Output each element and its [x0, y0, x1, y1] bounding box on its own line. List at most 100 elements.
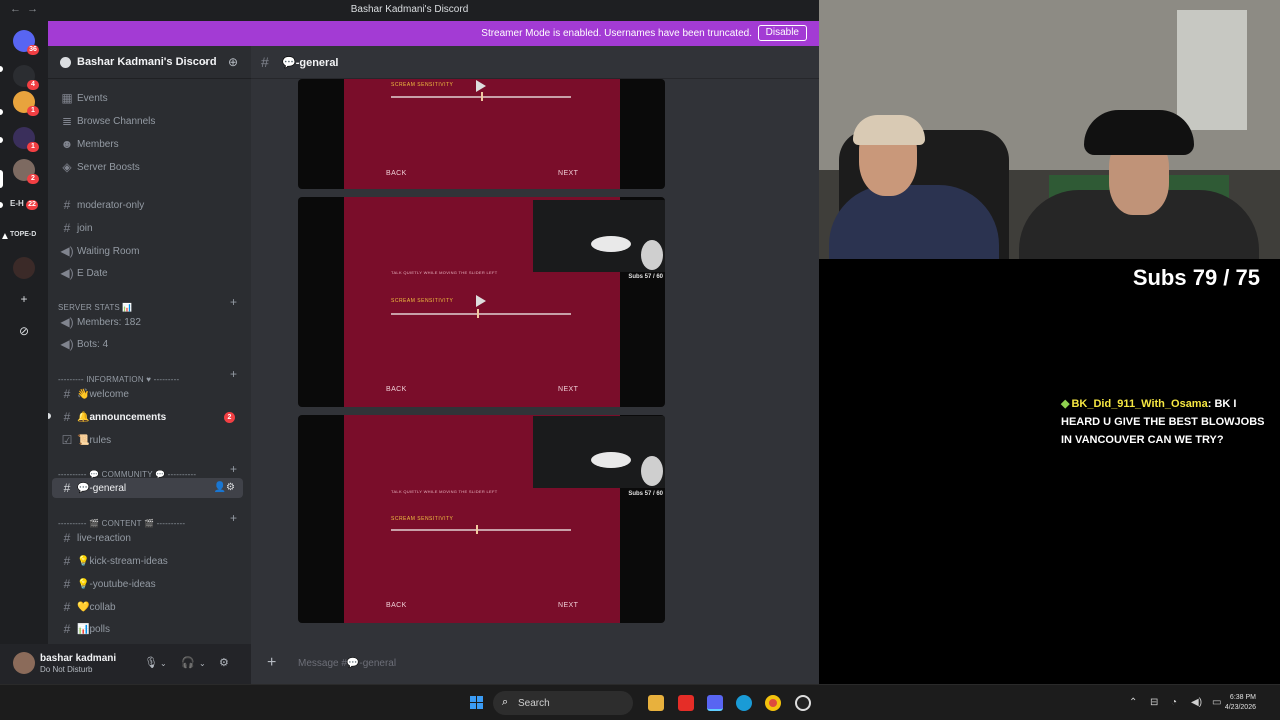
- server-icon[interactable]: 22: [24, 197, 38, 210]
- gear-icon[interactable]: ⚙: [219, 656, 229, 669]
- attachment-video[interactable]: SCREAM SENSITIVITY BACK NEXT: [298, 79, 665, 189]
- username[interactable]: bashar kadmani: [40, 653, 116, 664]
- mention-badge: 4: [27, 80, 39, 90]
- discover-icon[interactable]: ⊘: [16, 323, 32, 339]
- channel-label: Members: 182: [77, 317, 141, 328]
- add-server-icon[interactable]: +: [16, 291, 32, 307]
- play-icon[interactable]: [476, 80, 486, 92]
- add-attachment-icon[interactable]: +: [267, 654, 276, 672]
- channel-label: 👋welcome: [77, 389, 129, 400]
- browse-icon: ≣: [61, 114, 73, 128]
- webcam-inset: [533, 200, 665, 272]
- diamond-icon: ◆: [1061, 398, 1070, 410]
- speaker-icon: ◀): [60, 266, 74, 280]
- chevron-up-icon[interactable]: ⌃: [1129, 697, 1137, 708]
- add-channel-icon[interactable]: +: [230, 462, 237, 476]
- category-server-stats[interactable]: SERVER STATS 📊 +: [58, 295, 243, 312]
- boost-icon: ◈: [62, 160, 72, 174]
- add-channel-icon[interactable]: +: [230, 367, 237, 381]
- sensitivity-label: SCREAM SENSITIVITY: [391, 82, 454, 88]
- server-icon[interactable]: 1: [13, 127, 39, 152]
- mention-badge: 1: [27, 142, 39, 152]
- server-header[interactable]: Bashar Kadmani's Discord ⌄ ⊕: [48, 46, 251, 79]
- server-icon[interactable]: [13, 257, 35, 279]
- channel-moderator-only[interactable]: # moderator-only: [52, 195, 243, 215]
- taskbar: ⌕ Search ⌃ ⊟ ◔ ◀) ▭ 6:38 PM 4/23/2026: [0, 684, 1280, 720]
- clock-time: 6:38 PM: [1229, 694, 1256, 701]
- subs-counter: Subs 57 / 60: [628, 491, 663, 497]
- channel-members-count[interactable]: ◀) Members: 182: [52, 312, 243, 332]
- channel-bots-count[interactable]: ◀) Bots: 4: [52, 334, 243, 354]
- channel-youtube-ideas[interactable]: # 💡-youtube-ideas: [52, 574, 243, 594]
- channel-general[interactable]: # 💬-general 👤⚙: [52, 478, 243, 498]
- chrome-icon[interactable]: [765, 695, 781, 711]
- category-community[interactable]: ---------- 💬 COMMUNITY 💬 ---------- +: [58, 462, 243, 479]
- sensitivity-slider: [391, 309, 571, 318]
- battery-icon[interactable]: ▭: [1212, 697, 1221, 708]
- category-content[interactable]: ---------- 🎬 CONTENT 🎬 ---------- +: [58, 511, 243, 528]
- volume-icon[interactable]: ◀): [1191, 697, 1202, 708]
- wifi-icon[interactable]: ◔: [1171, 697, 1177, 708]
- sidebar-item-label: Server Boosts: [77, 162, 140, 173]
- play-icon[interactable]: [476, 295, 486, 307]
- network-icon[interactable]: ⊟: [1150, 697, 1158, 708]
- sidebar-item-members[interactable]: ☻ Members: [52, 134, 243, 154]
- channel-polls[interactable]: # 📊polls: [52, 619, 243, 639]
- category-information[interactable]: --------- INFORMATION ♥ --------- +: [58, 367, 243, 384]
- speaker-icon: ◀): [60, 337, 74, 351]
- headphones-icon[interactable]: 🎧: [181, 656, 195, 669]
- channel-rules[interactable]: ☑ 📜rules: [52, 430, 243, 450]
- youtube-icon[interactable]: [678, 695, 694, 711]
- taskbar-search[interactable]: ⌕ Search: [493, 691, 633, 715]
- avatar[interactable]: [13, 652, 35, 674]
- disable-button[interactable]: Disable: [757, 25, 807, 41]
- channel-e-date[interactable]: ◀) E Date: [52, 263, 243, 283]
- channel-label: join: [77, 223, 93, 234]
- edge-icon[interactable]: [736, 695, 752, 711]
- sensitivity-slider: [391, 525, 571, 534]
- attachment-video[interactable]: Subs 57 / 60 TALK QUIETLY WHILE MOVING T…: [298, 197, 665, 407]
- invite-people-icon[interactable]: ⊕: [228, 55, 238, 69]
- server-text-icon[interactable]: E-H: [10, 199, 24, 208]
- channel-settings-icon[interactable]: 👤⚙: [214, 482, 235, 493]
- microphone-icon[interactable]: 🎙: [144, 656, 158, 669]
- file-explorer-icon[interactable]: [648, 695, 664, 711]
- stream-overlay: Subs 79 / 75 ◆ BK_Did_911_With_Osama: BK …: [819, 259, 1280, 684]
- windows-start-icon[interactable]: [470, 696, 484, 710]
- discord-home-icon[interactable]: 36: [13, 30, 39, 55]
- clock[interactable]: 6:38 PM 4/23/2026: [1225, 693, 1256, 713]
- channel-announcements[interactable]: # 🔔announcements 2: [52, 407, 243, 427]
- sidebar-item-browse-channels[interactable]: ≣ Browse Channels: [52, 111, 243, 131]
- search-icon: ⌕: [502, 696, 509, 708]
- channel-join[interactable]: # join: [52, 218, 243, 238]
- speaker-icon: ◀): [60, 315, 74, 329]
- channel-live-reaction[interactable]: # live-reaction: [52, 528, 243, 548]
- message-input[interactable]: Message #💬-general: [298, 658, 396, 669]
- mention-badge: 22: [26, 200, 38, 210]
- channel-label: 📊polls: [77, 624, 111, 635]
- hash-icon: #: [63, 622, 71, 636]
- server-text-icon[interactable]: TOPE-D: [10, 231, 36, 238]
- slider-knob: [475, 525, 478, 534]
- channel-waiting-room[interactable]: ◀) Waiting Room: [52, 241, 243, 261]
- channel-kick-stream-ideas[interactable]: # 💡kick-stream-ideas: [52, 551, 243, 571]
- add-channel-icon[interactable]: +: [230, 295, 237, 309]
- server-icon[interactable]: 4: [13, 65, 39, 90]
- sidebar-item-server-boosts[interactable]: ◈ Server Boosts: [52, 157, 243, 177]
- server-guide-icon: [60, 57, 71, 68]
- unread-pill: [0, 66, 3, 72]
- server-icon[interactable]: 2: [13, 159, 39, 184]
- channel-welcome[interactable]: # 👋welcome: [52, 384, 243, 404]
- add-channel-icon[interactable]: +: [230, 511, 237, 525]
- chevron-down-icon[interactable]: ⌄: [160, 659, 167, 668]
- mention-badge: 2: [27, 174, 39, 184]
- message-list[interactable]: SCREAM SENSITIVITY BACK NEXT Subs 57 / 6…: [251, 79, 819, 644]
- discord-icon[interactable]: [707, 695, 723, 711]
- chevron-down-icon[interactable]: ⌄: [199, 659, 206, 668]
- server-icon[interactable]: 1: [13, 91, 39, 116]
- attachment-video[interactable]: Subs 57 / 60 TALK QUIETLY WHILE MOVING T…: [298, 415, 665, 623]
- obs-icon[interactable]: [795, 695, 811, 711]
- channel-collab[interactable]: # 💛collab: [52, 597, 243, 617]
- webcam-inset: [533, 416, 665, 488]
- sidebar-item-events[interactable]: ▦ Events: [52, 88, 243, 108]
